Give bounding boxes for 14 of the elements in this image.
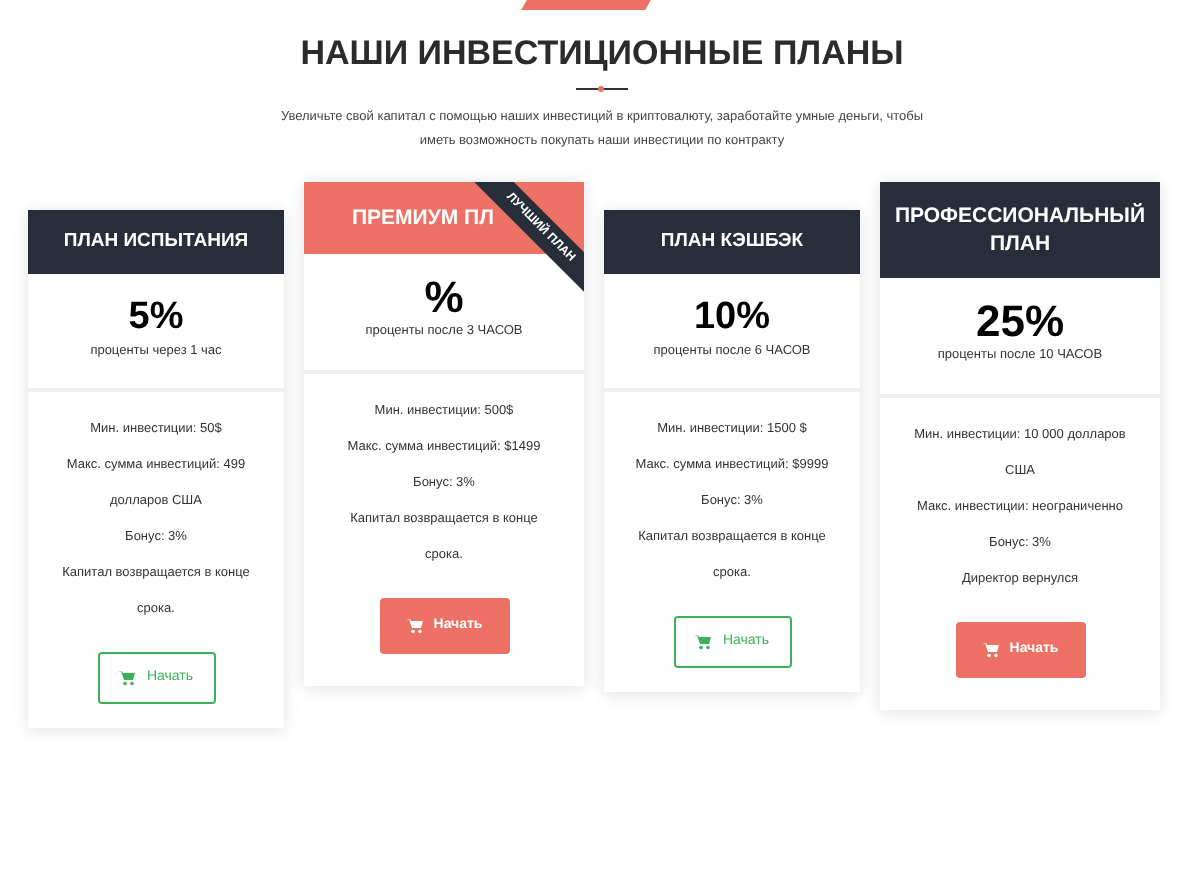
rate-value: % [424,274,464,322]
cart-icon [694,634,713,650]
section-heading: НАШИ ИНВЕСТИЦИОННЫЕ ПЛАНЫ [300,32,904,76]
rate-value: 5% [128,294,184,342]
plan-title: ПЛАН КЭШБЭК [604,210,860,274]
plan-title: ПЛАН ИСПЫТАНИЯ [28,210,284,274]
top-tab-shape [521,0,651,10]
rate-value: 10% [693,294,771,342]
cart-icon [405,618,424,634]
cart-icon [981,642,1000,658]
cart-icon [118,670,137,686]
plan-title: ПРОФЕССИОНАЛЬНЫЙ ПЛАН [880,182,1160,278]
heading-divider-drawing [576,86,628,92]
rate-value: 25% [975,298,1065,346]
